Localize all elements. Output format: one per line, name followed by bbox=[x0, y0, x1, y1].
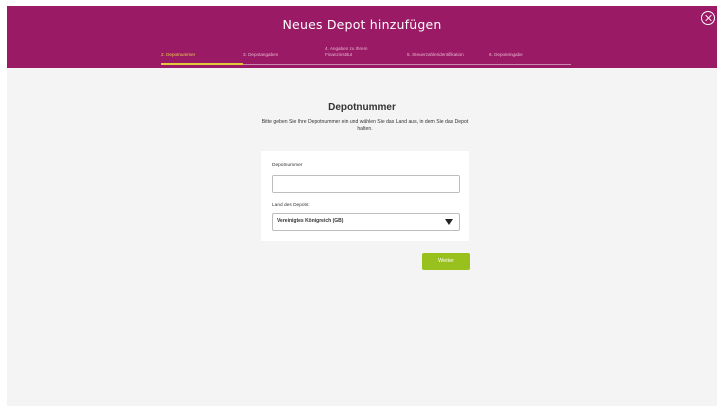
step-2-progress bbox=[161, 63, 243, 65]
depot-number-label: Depotnummer bbox=[272, 163, 303, 168]
country-select[interactable]: Vereinigtes Königreich (GB) bbox=[272, 213, 460, 231]
chevron-down-icon bbox=[445, 219, 453, 225]
modal: Neues Depot hinzufügen 2. Depotnummer 3.… bbox=[7, 6, 717, 406]
step-6[interactable]: 6. Depoteingabe bbox=[489, 52, 523, 58]
step-5[interactable]: 5. Steuerzahleridentifikation bbox=[407, 52, 464, 58]
header-bar: Neues Depot hinzufügen 2. Depotnummer 3.… bbox=[7, 6, 717, 68]
depot-number-field[interactable] bbox=[272, 175, 460, 193]
step-track bbox=[243, 64, 571, 65]
next-button[interactable]: Weiter bbox=[422, 253, 470, 270]
step-3[interactable]: 3. Depotangaben bbox=[243, 52, 278, 58]
step-2[interactable]: 2. Depotnummer bbox=[161, 52, 195, 58]
step-4[interactable]: 4. Angaben zu Ihrem Finanzinstitut bbox=[325, 46, 373, 57]
intro-text: Bitte geben Sie Ihre Depotnummer ein und… bbox=[261, 119, 469, 132]
country-label: Land des Depots: bbox=[272, 203, 310, 208]
step-indicator: 2. Depotnummer 3. Depotangaben 4. Angabe… bbox=[7, 6, 717, 68]
country-select-value: Vereinigtes Königreich (GB) bbox=[277, 218, 344, 224]
page-title: Depotnummer bbox=[328, 102, 396, 113]
form-card: Depotnummer Land des Depots: Vereinigtes… bbox=[261, 151, 469, 241]
